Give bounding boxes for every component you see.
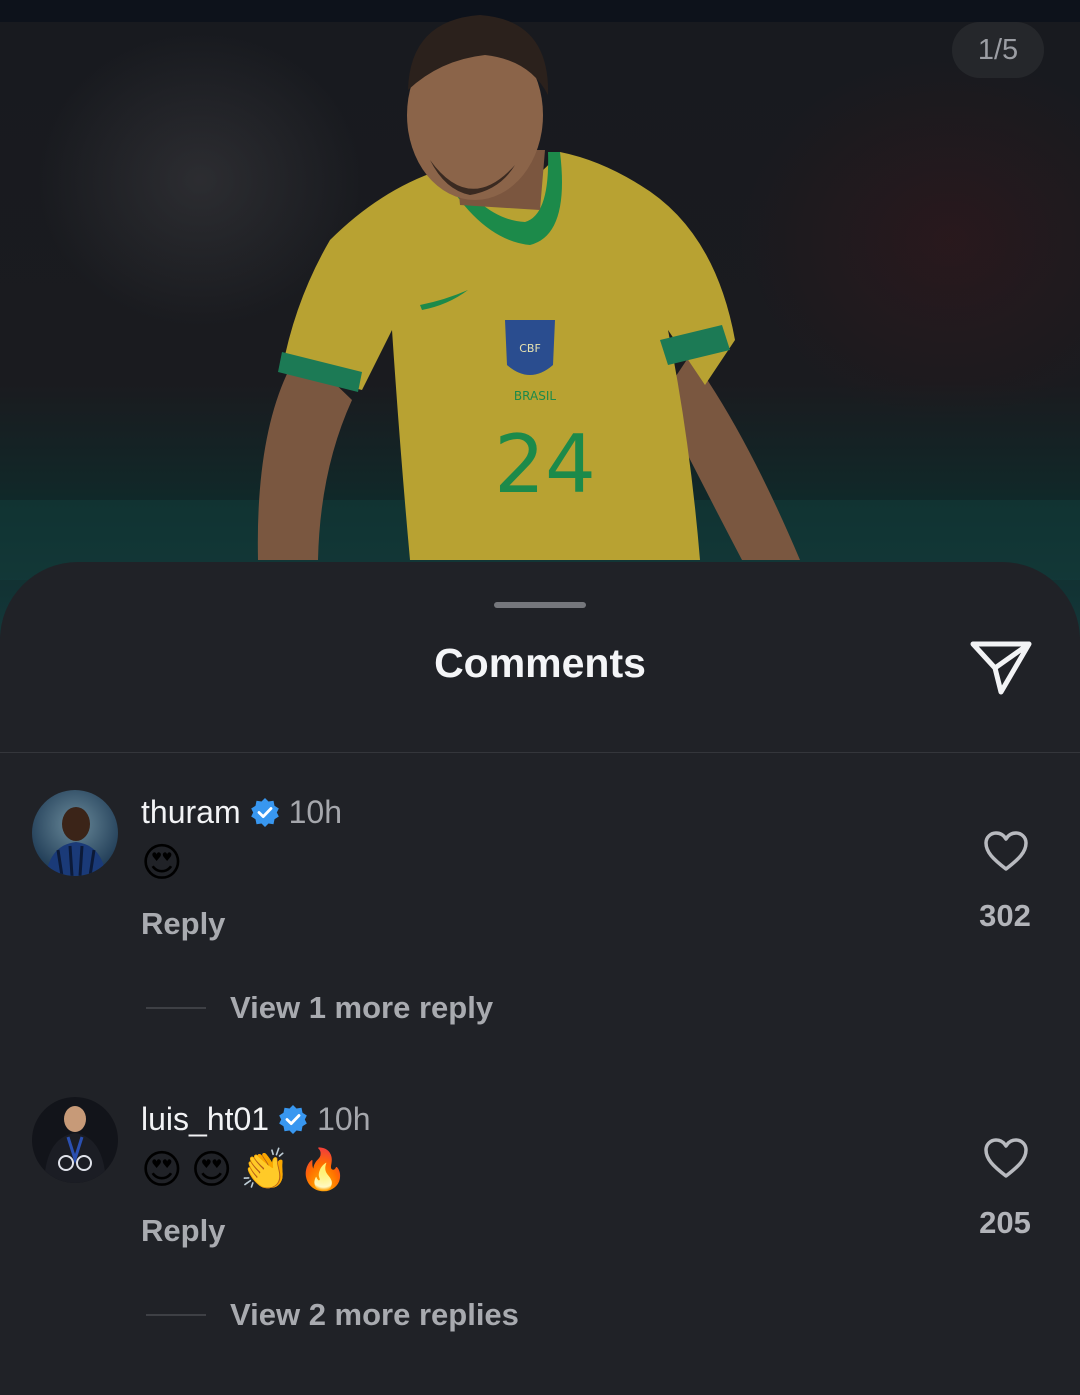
- replies-line: [146, 1314, 206, 1316]
- heart-icon[interactable]: [983, 830, 1029, 872]
- clapping-hands-emoji: 👏: [240, 1147, 291, 1193]
- heart-eyes-emoji: 😍: [141, 840, 183, 886]
- reply-button[interactable]: Reply: [141, 906, 225, 942]
- fire-emoji: 🔥: [298, 1147, 349, 1193]
- avatar[interactable]: [32, 790, 118, 876]
- avatar-image: [32, 790, 118, 876]
- badge-text: CBF: [519, 342, 541, 355]
- view-replies-label: View 1 more reply: [230, 990, 494, 1025]
- jersey-text: BRASIL: [514, 389, 556, 403]
- jersey-number: 24: [494, 418, 596, 511]
- heart-eyes-emoji: 😍: [141, 1147, 183, 1193]
- image-counter: 1/5: [952, 22, 1044, 78]
- sheet-divider: [0, 752, 1080, 753]
- post-photo[interactable]: CBF BRASIL 24 1/5: [0, 0, 1080, 640]
- comment-time: 10h: [317, 1100, 371, 1137]
- reply-button[interactable]: Reply: [141, 1213, 225, 1249]
- avatar-image: [32, 1097, 118, 1183]
- comment-text: 😍: [141, 838, 183, 888]
- comments-sheet: Comments thuram 10h 😍 Reply 302 View 1 m…: [0, 562, 1080, 1395]
- like-count: 302: [979, 898, 1031, 933]
- comment-time: 10h: [288, 793, 342, 830]
- avatar[interactable]: [32, 1097, 118, 1183]
- comment-item: thuram 10h 😍 Reply 302 View 1 more reply: [0, 790, 1080, 1050]
- view-replies-button[interactable]: View 1 more reply: [146, 990, 493, 1026]
- comment-item: luis_ht01 10h 😍 😍 👏 🔥 Reply 205 View 2 m…: [0, 1097, 1080, 1357]
- sheet-title: Comments: [434, 640, 646, 686]
- replies-line: [146, 1007, 206, 1009]
- comment-username[interactable]: thuram: [141, 794, 241, 831]
- paper-plane-icon[interactable]: [968, 638, 1034, 698]
- heart-icon[interactable]: [983, 1137, 1029, 1179]
- heart-eyes-emoji: 😍: [190, 1147, 233, 1193]
- player-illustration: CBF BRASIL 24: [0, 15, 1080, 580]
- verified-badge-icon: [279, 1105, 307, 1134]
- comment-text: 😍 😍 👏 🔥: [141, 1145, 348, 1195]
- like-count: 205: [979, 1205, 1031, 1240]
- verified-badge-icon: [250, 798, 279, 827]
- view-replies-label: View 2 more replies: [230, 1297, 519, 1332]
- drag-handle[interactable]: [494, 602, 586, 608]
- view-replies-button[interactable]: View 2 more replies: [146, 1297, 519, 1333]
- comment-username[interactable]: luis_ht01: [141, 1101, 269, 1138]
